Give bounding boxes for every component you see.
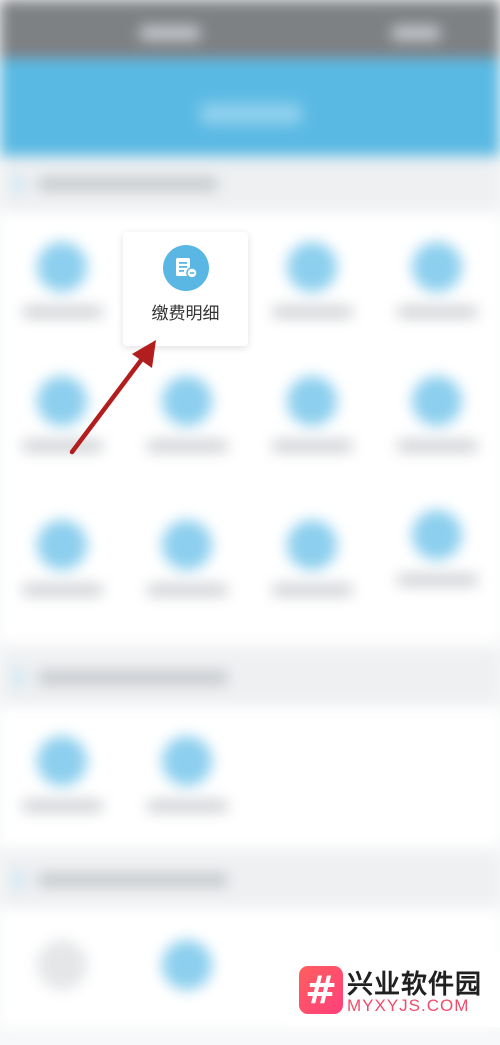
watermark: # 兴业软件园 MYXYJS.COM (287, 952, 500, 1027)
watermark-brand-en: MYXYJS.COM (347, 996, 470, 1015)
watermark-logo-icon: # (299, 966, 343, 1014)
annotation-arrow-icon (69, 340, 156, 455)
